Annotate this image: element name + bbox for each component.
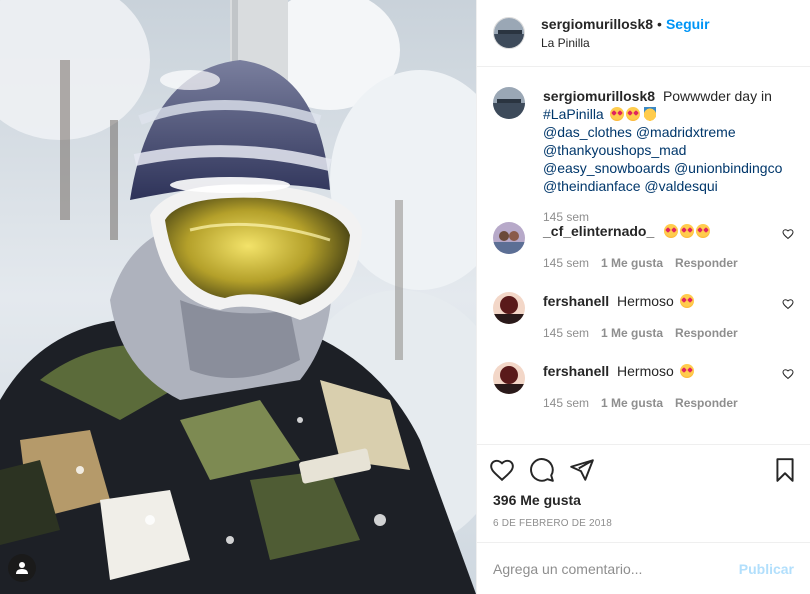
commenter-avatar[interactable] (493, 292, 525, 324)
comment-text: Hermoso (617, 293, 674, 309)
hashtag-link[interactable]: #LaPinilla (543, 106, 604, 122)
avatar-image (493, 362, 525, 394)
mention-line[interactable]: @theindianface @valdesqui (543, 177, 789, 195)
comment-input[interactable] (493, 560, 739, 577)
commenter-avatar[interactable] (493, 362, 525, 394)
comment-item: _cf_elinternado_ 145 sem 1 Me gusta Resp… (493, 222, 794, 292)
snowboarder-photo (0, 0, 476, 594)
user-tag-icon (16, 562, 28, 574)
avatar-image (493, 87, 525, 119)
heart-eyes-emoji (679, 364, 694, 378)
heart-eyes-emoji (696, 224, 711, 238)
reply-button[interactable]: Responder (675, 394, 738, 412)
commenter-avatar[interactable] (493, 222, 525, 254)
share-icon[interactable] (569, 457, 595, 483)
mention-line[interactable]: @thankyoushops_mad (543, 141, 789, 159)
avatar-image (493, 222, 525, 254)
heart-eyes-emoji (679, 294, 694, 308)
post-side-panel: sergiomurillosk8 • Seguir La Pinilla ser… (476, 0, 810, 594)
comment-username[interactable]: _cf_elinternado_ (543, 223, 654, 239)
mention-line[interactable]: @das_clothes @madridxtreme (543, 123, 789, 141)
follow-button[interactable]: Seguir (666, 16, 710, 32)
heart-eyes-emoji (664, 224, 679, 238)
caption-text: Powwwder day in (662, 88, 772, 104)
post-dialog: sergiomurillosk8 • Seguir La Pinilla ser… (0, 0, 810, 594)
comment-item: fershanell Hermoso 145 sem 1 Me gusta Re… (493, 292, 794, 362)
reply-button[interactable]: Responder (675, 254, 738, 272)
like-comment-heart-icon[interactable] (782, 228, 794, 240)
comment-time[interactable]: 145 sem (543, 394, 589, 412)
avatar-image (494, 18, 524, 48)
heart-eyes-emoji (609, 107, 624, 121)
post-location[interactable]: La Pinilla (541, 36, 710, 50)
like-comment-heart-icon[interactable] (782, 368, 794, 380)
heart-eyes-emoji (625, 107, 640, 121)
reply-button[interactable]: Responder (675, 324, 738, 342)
comment-icon[interactable] (529, 457, 555, 483)
caption-username[interactable]: sergiomurillosk8 (543, 88, 655, 104)
post-actions: 396 Me gusta 6 DE FEBRERO DE 2018 (477, 444, 810, 542)
comment-username[interactable]: fershanell (543, 293, 609, 309)
publish-button[interactable]: Publicar (739, 561, 794, 577)
likes-count[interactable]: 396 Me gusta (493, 492, 581, 508)
mention-line[interactable]: @easy_snowboards @unionbindingco (543, 159, 789, 177)
user-tag-button[interactable] (8, 554, 36, 582)
author-avatar[interactable] (493, 17, 525, 49)
like-comment-heart-icon[interactable] (782, 298, 794, 310)
post-header: sergiomurillosk8 • Seguir La Pinilla (477, 0, 810, 67)
comment-username[interactable]: fershanell (543, 363, 609, 379)
post-photo[interactable] (0, 0, 476, 594)
comments-list[interactable]: sergiomurillosk8 Powwwder day in #LaPini… (477, 67, 810, 444)
add-comment-bar: Publicar (477, 542, 810, 594)
separator-dot: • (657, 16, 662, 32)
avatar-image (493, 292, 525, 324)
comment-likes[interactable]: 1 Me gusta (601, 394, 663, 412)
author-username[interactable]: sergiomurillosk8 (541, 16, 653, 32)
comment-text: Hermoso (617, 363, 674, 379)
post-date: 6 DE FEBRERO DE 2018 (493, 518, 613, 529)
caption-avatar[interactable] (493, 87, 525, 119)
bookmark-icon[interactable] (772, 457, 798, 483)
caption: sergiomurillosk8 Powwwder day in #LaPini… (493, 87, 794, 224)
comment-likes[interactable]: 1 Me gusta (601, 324, 663, 342)
comment-likes[interactable]: 1 Me gusta (601, 254, 663, 272)
comment-time[interactable]: 145 sem (543, 254, 589, 272)
heart-eyes-emoji (680, 224, 695, 238)
comment-time[interactable]: 145 sem (543, 324, 589, 342)
comment-item: fershanell Hermoso 145 sem 1 Me gusta Re… (493, 362, 794, 432)
heart-icon[interactable] (489, 457, 515, 483)
snowboarder-emoji (641, 107, 658, 121)
